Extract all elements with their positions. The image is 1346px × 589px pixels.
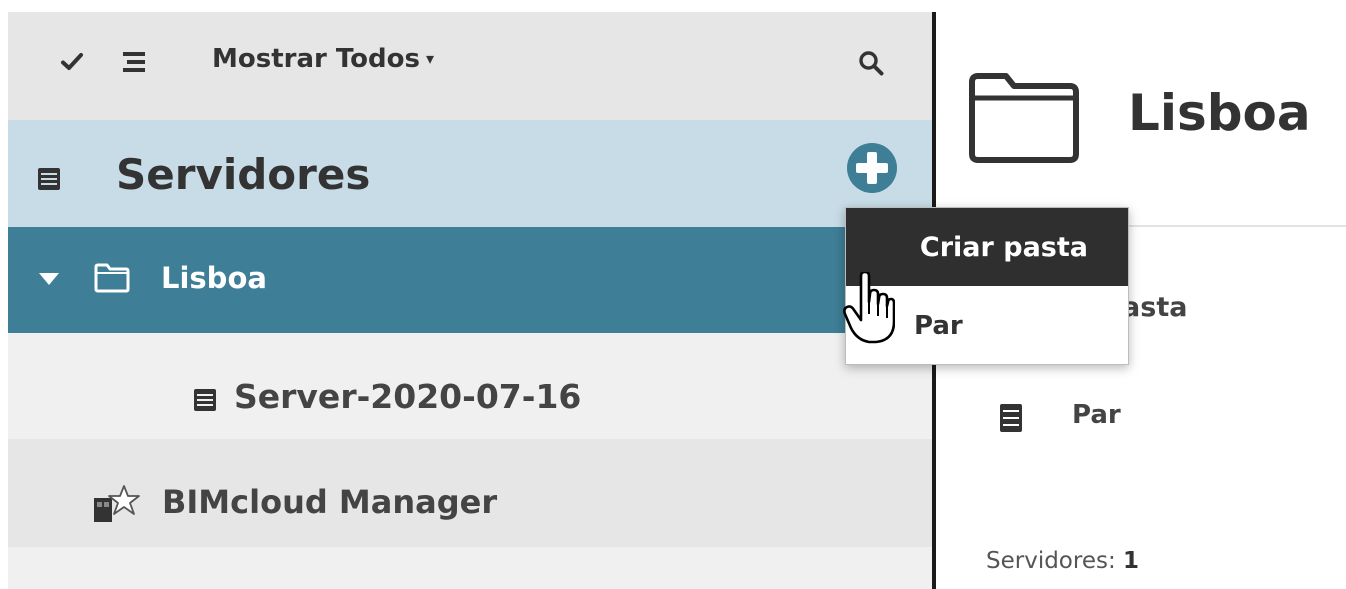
search-icon[interactable] [858, 50, 884, 76]
tree-item-label: Lisboa [161, 261, 267, 295]
tree-item-label: Server-2020-07-16 [234, 377, 582, 416]
show-all-filter-label: Mostrar Todos [212, 44, 420, 74]
tree-empty-row [8, 547, 932, 589]
tree-panel: Mostrar Todos ▾ Servidores Lisboa Server… [8, 12, 932, 589]
list-icon[interactable] [121, 51, 147, 73]
pair-action[interactable]: Par [1072, 400, 1121, 430]
server-icon [38, 168, 60, 190]
show-all-filter[interactable]: Mostrar Todos ▾ [212, 44, 434, 74]
folder-icon [94, 263, 130, 293]
tree-item-server[interactable]: Server-2020-07-16 [8, 333, 932, 439]
servers-header: Servidores [8, 120, 932, 227]
folder-icon [969, 73, 1079, 163]
menu-item-label: Criar pasta [919, 232, 1088, 263]
tree-item-lisboa[interactable]: Lisboa [8, 227, 932, 333]
tree-item-bimcloud-manager[interactable]: BIMcloud Manager [8, 439, 932, 547]
servers-count-value: 1 [1123, 548, 1140, 574]
server-icon [1000, 404, 1022, 432]
add-menu-dropdown: Criar pasta Par [845, 207, 1129, 365]
detail-title: Lisboa [1128, 84, 1311, 142]
servers-count: Servidores: 1 [986, 548, 1139, 574]
caret-down-icon[interactable] [38, 272, 60, 286]
plus-circle-icon[interactable] [846, 142, 898, 194]
bimcloud-manager-icon [94, 485, 140, 522]
servers-title: Servidores [116, 150, 371, 199]
server-icon [194, 389, 216, 411]
check-icon[interactable] [60, 50, 84, 74]
menu-item-pair[interactable]: Par [846, 286, 1128, 364]
caret-down-icon: ▾ [425, 49, 435, 68]
tree-item-label: BIMcloud Manager [162, 483, 498, 521]
servers-count-label: Servidores: [986, 548, 1116, 574]
menu-item-label: Par [914, 311, 963, 341]
tree-toolbar: Mostrar Todos ▾ [8, 12, 932, 120]
menu-item-create-folder[interactable]: Criar pasta [846, 208, 1128, 286]
